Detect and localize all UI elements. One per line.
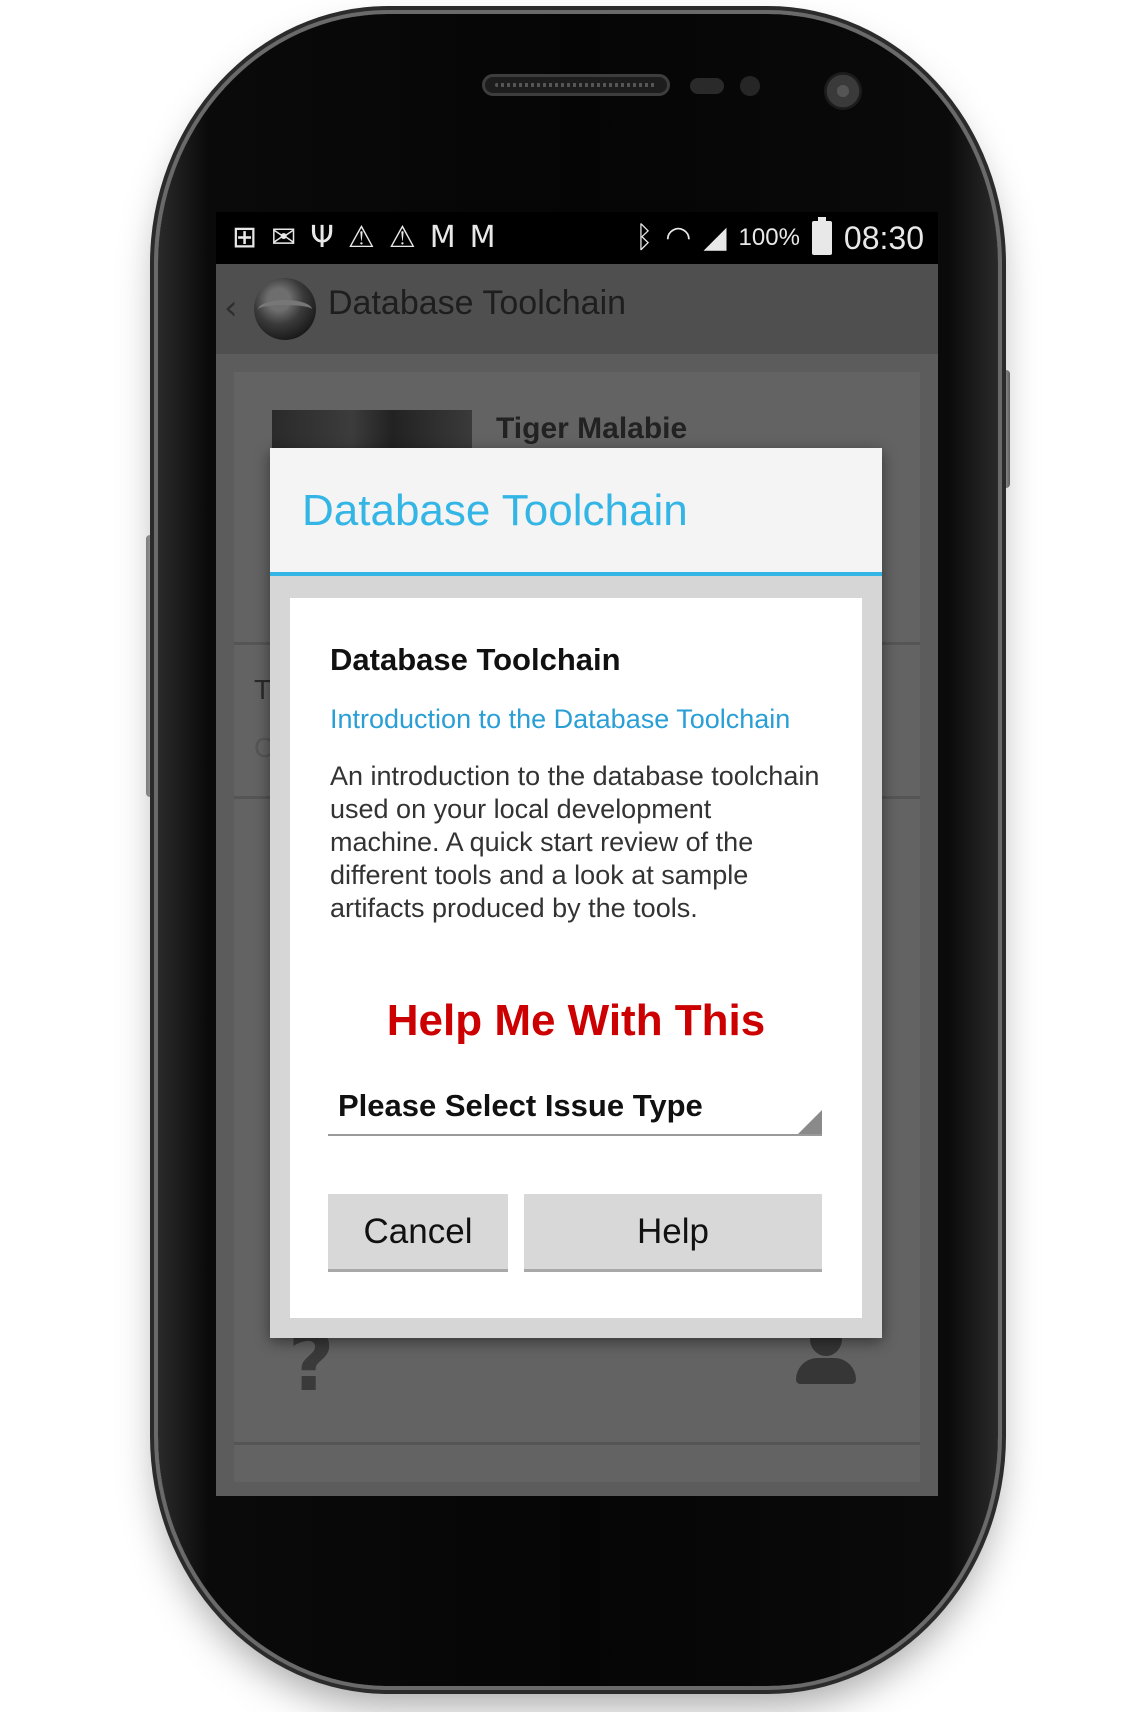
- topic-description: An introduction to the database toolchai…: [330, 761, 820, 923]
- notification-icons: ⊞ ✉ Ψ ⚠ ⚠ M M: [232, 222, 496, 254]
- cancel-button[interactable]: Cancel: [328, 1194, 508, 1272]
- wifi-icon: ◠: [665, 220, 692, 255]
- topic-link[interactable]: Introduction to the Database Toolchain: [330, 704, 790, 735]
- help-title: Help Me With This: [386, 996, 766, 1045]
- earpiece-speaker: [482, 74, 670, 96]
- dialog-header: Database Toolchain: [270, 448, 882, 576]
- action-bar: ‹ Database Toolchain: [216, 264, 938, 354]
- gmail-icon: M: [429, 220, 456, 255]
- help-dialog: Database Toolchain Database Toolchain In…: [270, 448, 882, 1338]
- help-button[interactable]: Help: [524, 1194, 822, 1272]
- battery-icon: [811, 217, 832, 255]
- profile-name: Tiger Malabie: [496, 412, 688, 445]
- warning-icon: ⚠: [388, 220, 416, 255]
- dialog-body: Database Toolchain Introduction to the D…: [290, 598, 862, 1318]
- topic-heading: Database Toolchain: [330, 642, 621, 677]
- issue-type-selected: Please Select Issue Type: [338, 1088, 703, 1123]
- gmail-icon: M: [469, 220, 496, 255]
- mail-icon: ✉: [271, 220, 297, 255]
- power-button: [996, 370, 1010, 488]
- divider: [234, 1442, 920, 1445]
- usb-icon: Ψ: [310, 220, 334, 255]
- system-icons: ᛒ ◠ ◢ 100% 08:30: [635, 217, 924, 256]
- light-sensor: [740, 76, 760, 96]
- back-chevron-icon[interactable]: ‹: [224, 288, 238, 328]
- bluetooth-icon: ᛒ: [635, 220, 654, 255]
- dropdown-arrow-icon: [798, 1110, 822, 1134]
- app-logo-icon[interactable]: [254, 278, 316, 340]
- clock: 08:30: [843, 219, 924, 256]
- action-bar-title: Database Toolchain: [328, 284, 627, 322]
- status-bar: ⊞ ✉ Ψ ⚠ ⚠ M M ᛒ ◠ ◢ 100% 08:30: [216, 212, 938, 264]
- dialog-title: Database Toolchain: [302, 486, 688, 535]
- signal-icon: ◢: [703, 220, 727, 255]
- row-text: T: [254, 674, 272, 705]
- proximity-sensor: [690, 78, 724, 94]
- warning-icon: ⚠: [347, 220, 375, 255]
- phone-mockup: ⊞ ✉ Ψ ⚠ ⚠ M M ᛒ ◠ ◢ 100% 08:30 ‹ Databas…: [0, 0, 1148, 1712]
- battery-percent: 100%: [738, 224, 800, 251]
- front-camera: [824, 72, 862, 110]
- issue-type-select[interactable]: Please Select Issue Type: [328, 1080, 822, 1136]
- screen: ⊞ ✉ Ψ ⚠ ⚠ M M ᛒ ◠ ◢ 100% 08:30 ‹ Databas…: [216, 212, 938, 1496]
- add-icon: ⊞: [232, 220, 258, 255]
